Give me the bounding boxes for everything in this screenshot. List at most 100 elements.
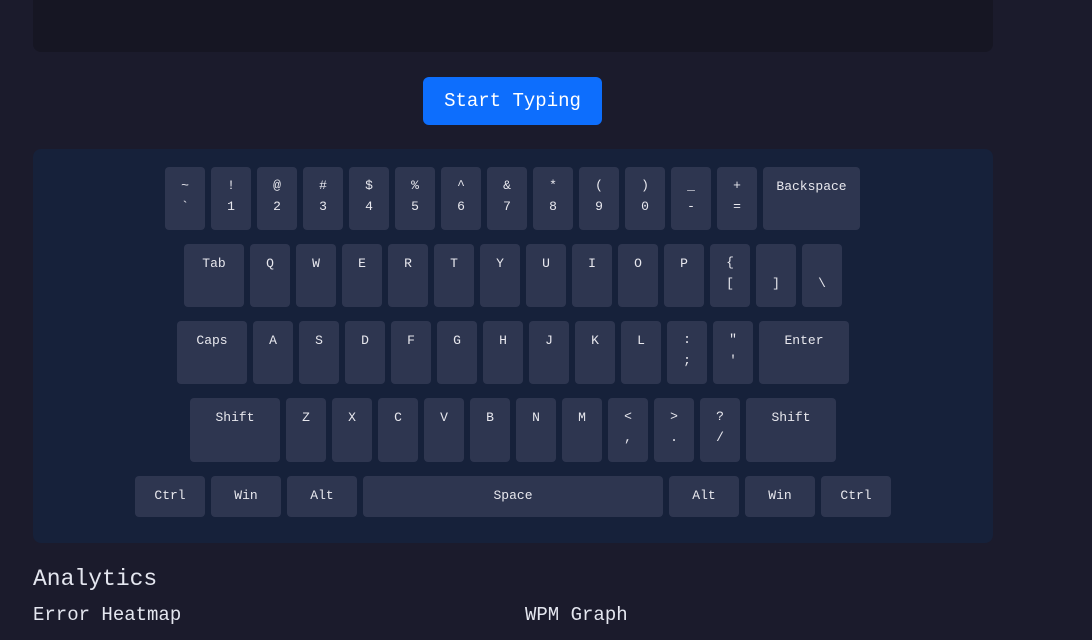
key-b[interactable]: B [470, 398, 510, 462]
key-hash[interactable]: #3 [303, 167, 343, 230]
key-secondary-label: ` [181, 199, 189, 214]
key-g[interactable]: G [437, 321, 477, 384]
key-label: + [733, 178, 741, 193]
key-e[interactable]: E [342, 244, 382, 307]
key-at[interactable]: @2 [257, 167, 297, 230]
key-label: " [729, 332, 737, 347]
key-label: $ [365, 178, 373, 193]
key-gt[interactable]: >. [654, 398, 694, 462]
key-d[interactable]: D [345, 321, 385, 384]
key-backslash[interactable]: \ [802, 244, 842, 307]
key-shift[interactable]: Shift [190, 398, 280, 462]
key-lt[interactable]: <, [608, 398, 648, 462]
key-label: Shift [215, 410, 255, 425]
key-q[interactable]: Q [250, 244, 290, 307]
key-p[interactable]: P [664, 244, 704, 307]
key-i[interactable]: I [572, 244, 612, 307]
key-shift[interactable]: Shift [746, 398, 836, 462]
key-ampersand[interactable]: & 7 [487, 167, 527, 230]
key-c[interactable]: C [378, 398, 418, 462]
key-a[interactable]: A [253, 321, 293, 384]
key-rbracket[interactable]: ] [756, 244, 796, 307]
key-label: Y [496, 256, 504, 271]
key-label: R [404, 256, 412, 271]
key-lbrace[interactable]: {[ [710, 244, 750, 307]
key-caps[interactable]: Caps [177, 321, 247, 384]
key-asterisk[interactable]: * 8 [533, 167, 573, 230]
key-secondary-label: , [624, 430, 632, 445]
key-w[interactable]: W [296, 244, 336, 307]
key-underscore[interactable]: _ - [671, 167, 711, 230]
key-label: Win [234, 488, 258, 503]
key-j[interactable]: J [529, 321, 569, 384]
key-secondary-label: 7 [503, 199, 511, 214]
key-secondary-label: - [687, 199, 695, 214]
key-secondary-label: 4 [365, 199, 373, 214]
key-label: ) [641, 178, 649, 193]
key-win[interactable]: Win [745, 476, 815, 517]
key-secondary-label: 5 [411, 199, 419, 214]
key-question[interactable]: ? / [700, 398, 740, 462]
key-tilde[interactable]: ~ ` [165, 167, 205, 230]
key-dollar[interactable]: $4 [349, 167, 389, 230]
key-secondary-label: \ [818, 276, 826, 291]
key-plus[interactable]: + = [717, 167, 757, 230]
key-percent[interactable]: % 5 [395, 167, 435, 230]
key-f[interactable]: F [391, 321, 431, 384]
key-label: W [312, 256, 320, 271]
key-win[interactable]: Win [211, 476, 281, 517]
key-label: L [637, 333, 645, 348]
key-v[interactable]: V [424, 398, 464, 462]
key-y[interactable]: Y [480, 244, 520, 307]
key-ctrl[interactable]: Ctrl [821, 476, 891, 517]
key-z[interactable]: Z [286, 398, 326, 462]
key-label: Ctrl [154, 488, 186, 503]
key-backspace[interactable]: Backspace [763, 167, 860, 230]
key-o[interactable]: O [618, 244, 658, 307]
key-alt[interactable]: Alt [669, 476, 739, 517]
key-label: < [624, 409, 632, 424]
key-label: D [361, 333, 369, 348]
key-label: { [726, 255, 734, 270]
typing-text-panel [33, 0, 993, 52]
key-label: ^ [457, 178, 465, 193]
key-secondary-label: 1 [227, 199, 235, 214]
key-rparen[interactable]: ) 0 [625, 167, 665, 230]
key-u[interactable]: U [526, 244, 566, 307]
key-exclaim[interactable]: ! 1 [211, 167, 251, 230]
key-l[interactable]: L [621, 321, 661, 384]
key-n[interactable]: N [516, 398, 556, 462]
key-label: ? [716, 409, 724, 424]
start-typing-button[interactable]: Start Typing [423, 77, 602, 125]
key-colon[interactable]: :; [667, 321, 707, 384]
key-enter[interactable]: Enter [759, 321, 849, 384]
key-r[interactable]: R [388, 244, 428, 307]
key-label: Enter [784, 333, 824, 348]
key-label: Backspace [776, 179, 847, 194]
key-label: Q [266, 256, 274, 271]
error-heatmap-heading: Error Heatmap [33, 604, 182, 626]
key-space[interactable]: Space [363, 476, 663, 517]
key-label: F [407, 333, 415, 348]
typing-practice-page: Start Typing ~ `! 1 @2 #3 $4% 5 ^ 6 & 7 * 8(9) 0 _ - + = B… [0, 0, 1092, 640]
key-caret[interactable]: ^ 6 [441, 167, 481, 230]
key-label: B [486, 410, 494, 425]
key-x[interactable]: X [332, 398, 372, 462]
key-quote[interactable]: " ' [713, 321, 753, 384]
key-h[interactable]: H [483, 321, 523, 384]
key-lparen[interactable]: (9 [579, 167, 619, 230]
key-secondary-label: 6 [457, 199, 465, 214]
key-label: # [319, 178, 327, 193]
key-secondary-label: ' [729, 353, 737, 368]
key-ctrl[interactable]: Ctrl [135, 476, 205, 517]
key-label: % [411, 178, 419, 193]
key-k[interactable]: K [575, 321, 615, 384]
key-secondary-label: ] [772, 276, 780, 291]
key-m[interactable]: M [562, 398, 602, 462]
key-t[interactable]: T [434, 244, 474, 307]
key-s[interactable]: S [299, 321, 339, 384]
key-label: Alt [692, 488, 716, 503]
key-tab[interactable]: Tab [184, 244, 244, 307]
key-label: E [358, 256, 366, 271]
key-alt[interactable]: Alt [287, 476, 357, 517]
